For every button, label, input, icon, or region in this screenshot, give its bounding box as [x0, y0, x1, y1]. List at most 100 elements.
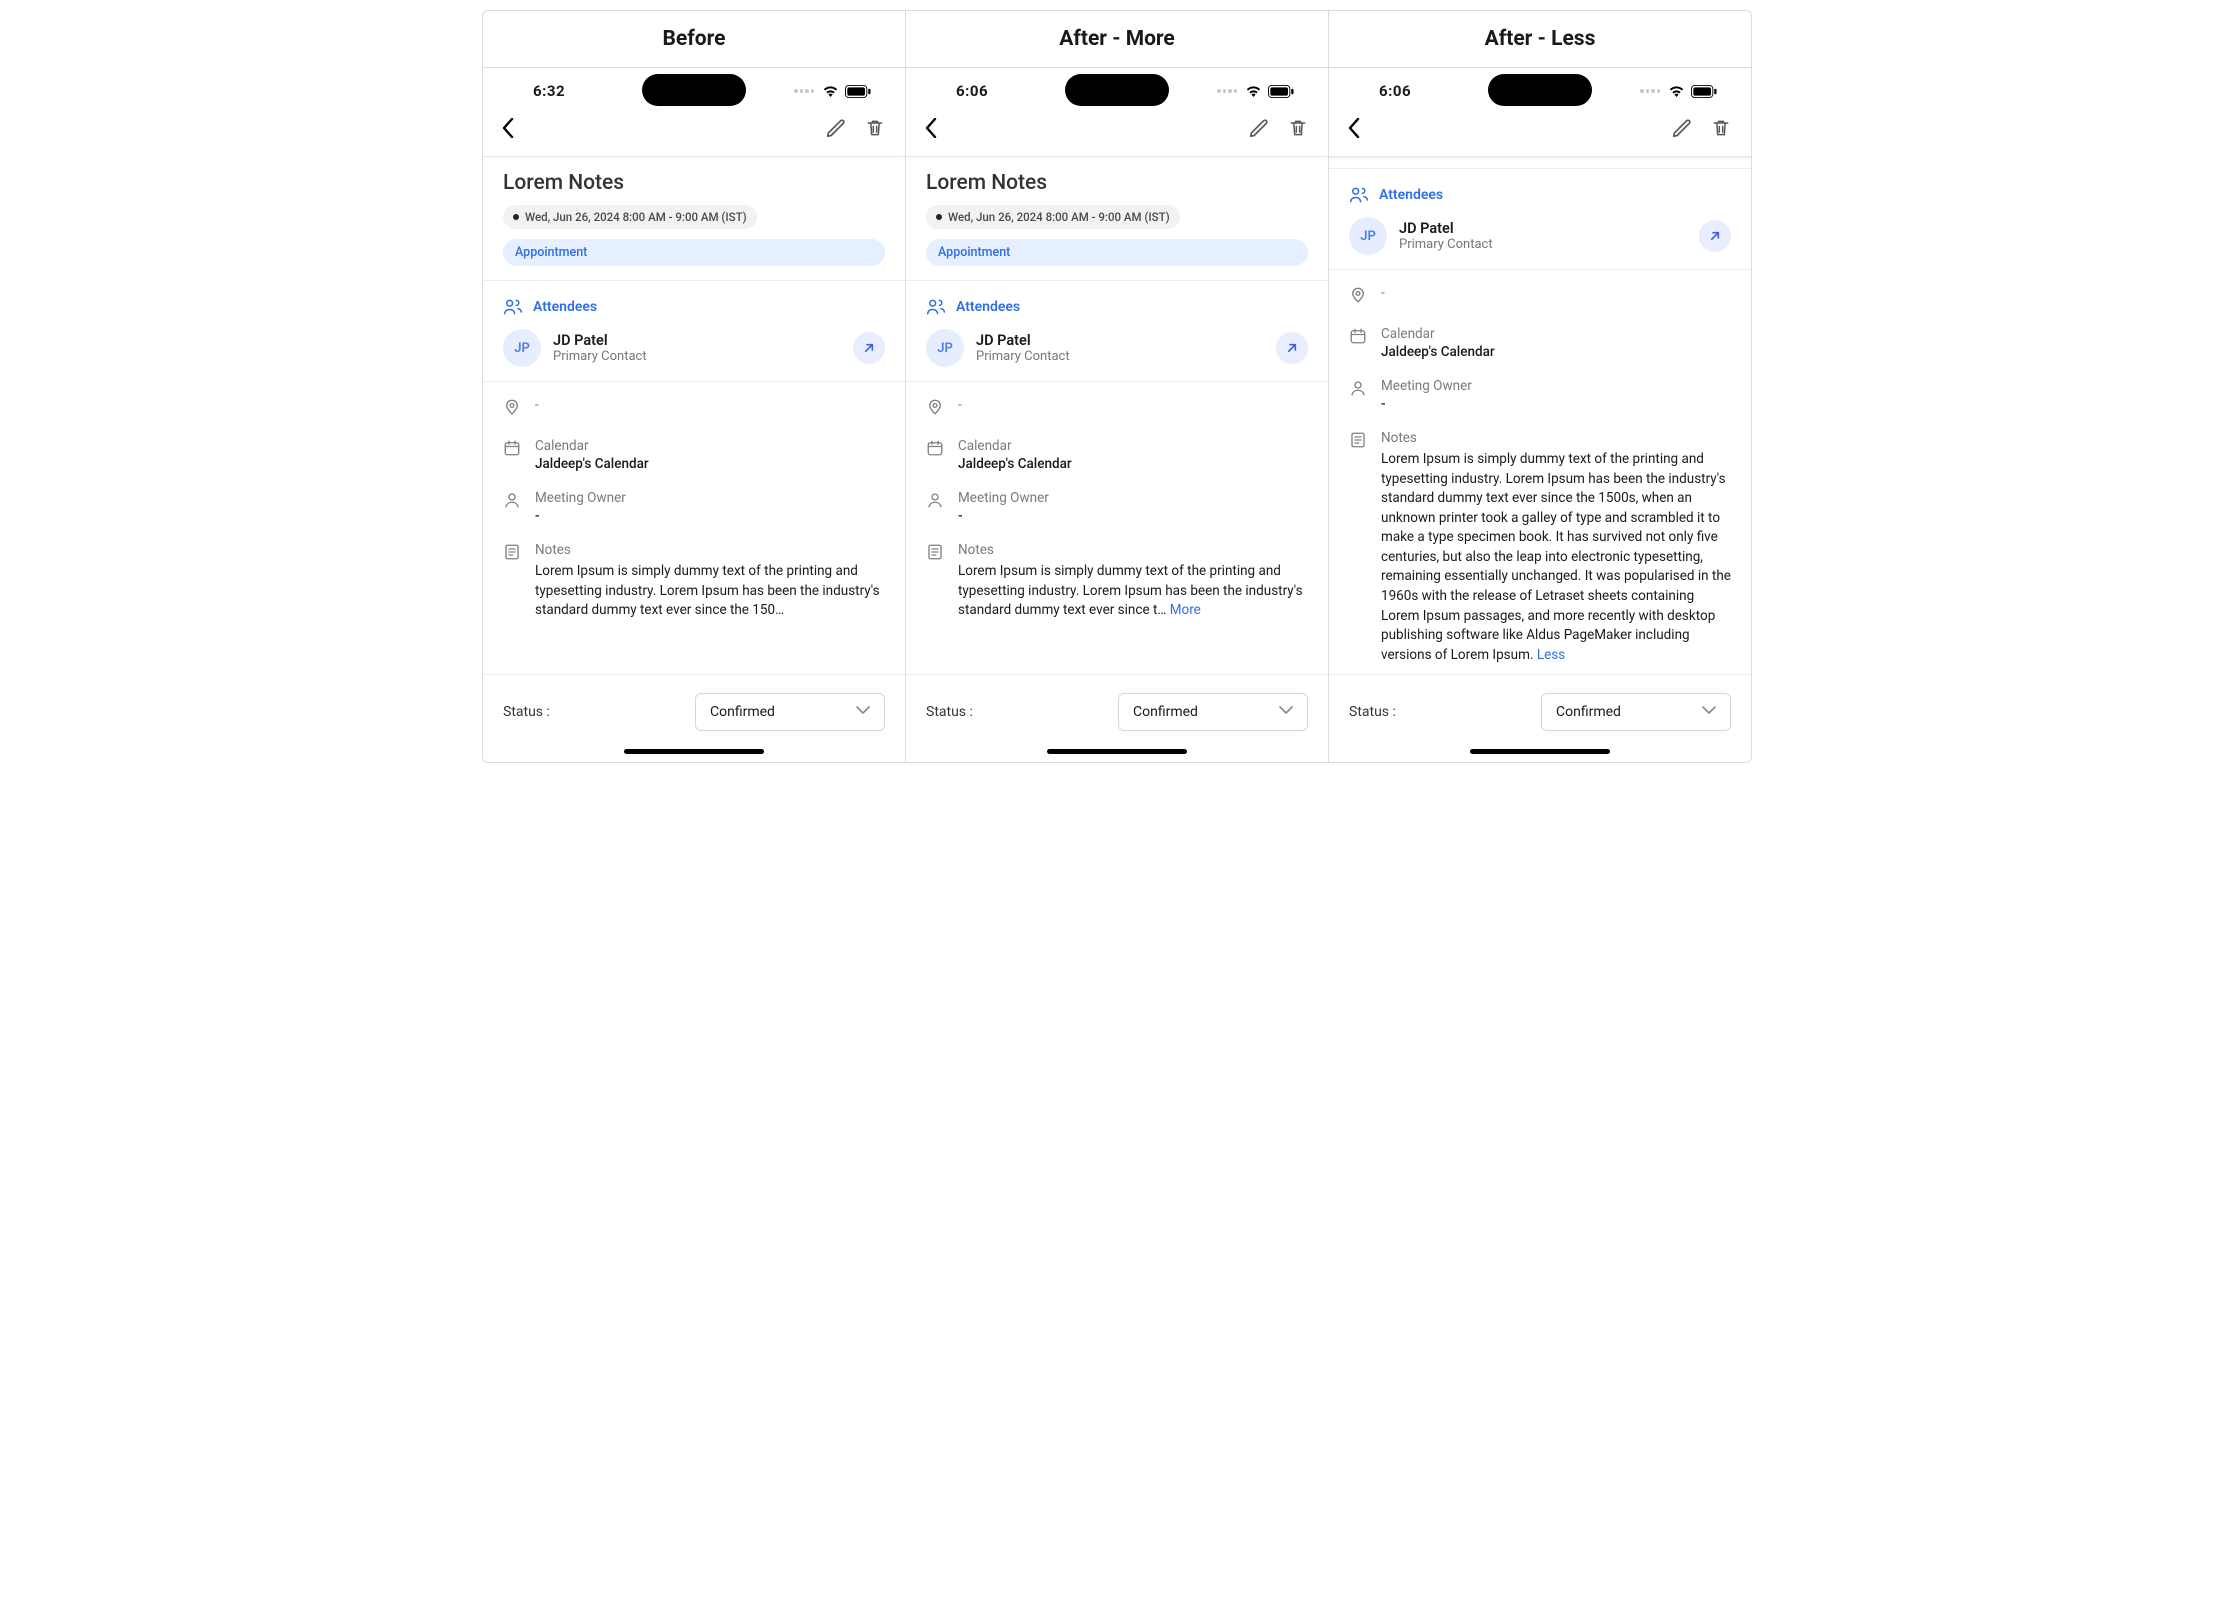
panel-header: Before — [483, 11, 905, 68]
edit-button[interactable] — [1248, 117, 1270, 143]
wifi-icon — [1668, 85, 1685, 97]
attendees-icon — [1349, 185, 1369, 205]
notes-label: Notes — [958, 542, 1308, 558]
back-button[interactable] — [916, 114, 946, 146]
person-icon — [926, 491, 944, 513]
less-link[interactable]: Less — [1537, 647, 1565, 663]
event-content: Attendees JP JD Patel Primary Contact - — [1329, 160, 1751, 674]
location-value: - — [1381, 285, 1731, 301]
arrow-up-right-icon — [861, 340, 877, 356]
status-footer: Status : Confirmed — [906, 674, 1328, 731]
attendees-icon — [926, 297, 946, 317]
attendee-row[interactable]: JP JD Patel Primary Contact — [926, 329, 1308, 367]
battery-icon — [1691, 85, 1717, 98]
attendee-role: Primary Contact — [553, 349, 647, 364]
notes-icon — [503, 543, 521, 565]
owner-label: Meeting Owner — [958, 490, 1308, 506]
status-value: Confirmed — [1556, 704, 1621, 720]
chevron-down-icon — [1702, 704, 1716, 720]
dynamic-island — [1065, 74, 1169, 106]
clock-time: 6:32 — [533, 82, 565, 100]
attendee-avatar: JP — [503, 329, 541, 367]
person-icon — [1349, 379, 1367, 401]
status-label: Status : — [1349, 704, 1396, 720]
panel-before: Before 6:32 — [483, 11, 906, 762]
location-pin-icon — [1349, 286, 1367, 308]
location-field: - — [926, 388, 1308, 429]
wifi-icon — [822, 85, 839, 97]
wifi-icon — [1245, 85, 1262, 97]
open-attendee-button[interactable] — [1699, 220, 1731, 252]
more-link[interactable]: More — [1170, 602, 1201, 618]
attendees-label: Attendees — [956, 299, 1020, 315]
event-datetime-chip: Wed, Jun 26, 2024 8:00 AM - 9:00 AM (IST… — [926, 205, 1180, 229]
event-title: Lorem Notes — [926, 171, 1308, 195]
attendee-name: JD Patel — [976, 332, 1070, 349]
attendee-role: Primary Contact — [1399, 237, 1493, 252]
location-pin-icon — [503, 398, 521, 420]
dynamic-island — [1488, 74, 1592, 106]
attendee-avatar: JP — [1349, 217, 1387, 255]
nav-bar — [1329, 108, 1751, 156]
status-label: Status : — [926, 704, 973, 720]
status-indicators — [1640, 85, 1717, 98]
status-indicators — [794, 85, 871, 98]
event-content: Lorem Notes Wed, Jun 26, 2024 8:00 AM - … — [906, 157, 1328, 674]
owner-field: Meeting Owner - — [926, 481, 1308, 533]
open-attendee-button[interactable] — [853, 332, 885, 364]
delete-button[interactable] — [1711, 117, 1731, 143]
attendee-row[interactable]: JP JD Patel Primary Contact — [503, 329, 885, 367]
phone-frame: 6:06 Att — [1329, 68, 1751, 762]
cellular-dots-icon — [1640, 89, 1660, 93]
notes-value: Lorem Ipsum is simply dummy text of the … — [1381, 450, 1731, 665]
attendees-icon — [503, 297, 523, 317]
open-attendee-button[interactable] — [1276, 332, 1308, 364]
attendee-name: JD Patel — [1399, 220, 1493, 237]
calendar-value: Jaldeep's Calendar — [958, 456, 1308, 472]
home-indicator — [1047, 749, 1187, 754]
owner-value: - — [535, 508, 885, 524]
nav-bar — [906, 108, 1328, 156]
calendar-value: Jaldeep's Calendar — [535, 456, 885, 472]
calendar-field: Calendar Jaldeep's Calendar — [926, 429, 1308, 481]
status-bar: 6:06 — [906, 68, 1328, 108]
delete-button[interactable] — [1288, 117, 1308, 143]
calendar-value: Jaldeep's Calendar — [1381, 344, 1731, 360]
status-indicators — [1217, 85, 1294, 98]
attendees-section-header: Attendees — [503, 297, 885, 317]
delete-button[interactable] — [865, 117, 885, 143]
arrow-up-right-icon — [1707, 228, 1723, 244]
chevron-down-icon — [856, 704, 870, 720]
notes-icon — [926, 543, 944, 565]
notes-icon — [1349, 431, 1367, 453]
attendees-label: Attendees — [533, 299, 597, 315]
attendee-name: JD Patel — [553, 332, 647, 349]
panel-after-less: After - Less 6:06 — [1329, 11, 1751, 762]
notes-label: Notes — [1381, 430, 1731, 446]
edit-button[interactable] — [825, 117, 847, 143]
attendees-section-header: Attendees — [1349, 185, 1731, 205]
calendar-label: Calendar — [958, 438, 1308, 454]
attendees-label: Attendees — [1379, 187, 1443, 203]
battery-icon — [1268, 85, 1294, 98]
attendee-avatar: JP — [926, 329, 964, 367]
calendar-label: Calendar — [1381, 326, 1731, 342]
status-select[interactable]: Confirmed — [1118, 693, 1308, 731]
notes-field: Notes Lorem Ipsum is simply dummy text o… — [503, 533, 885, 630]
calendar-label: Calendar — [535, 438, 885, 454]
edit-button[interactable] — [1671, 117, 1693, 143]
status-select[interactable]: Confirmed — [695, 693, 885, 731]
status-value: Confirmed — [1133, 704, 1198, 720]
back-button[interactable] — [493, 114, 523, 146]
calendar-icon — [1349, 327, 1367, 349]
cellular-dots-icon — [1217, 89, 1237, 93]
status-select[interactable]: Confirmed — [1541, 693, 1731, 731]
panel-header: After - More — [906, 11, 1328, 68]
back-button[interactable] — [1339, 114, 1369, 146]
location-field: - — [1349, 276, 1731, 317]
attendee-row[interactable]: JP JD Patel Primary Contact — [1349, 217, 1731, 255]
notes-value: Lorem Ipsum is simply dummy text of the … — [535, 562, 885, 621]
owner-label: Meeting Owner — [1381, 378, 1731, 394]
panel-after-more: After - More 6:06 Lorem N — [906, 11, 1329, 762]
chevron-down-icon — [1279, 704, 1293, 720]
